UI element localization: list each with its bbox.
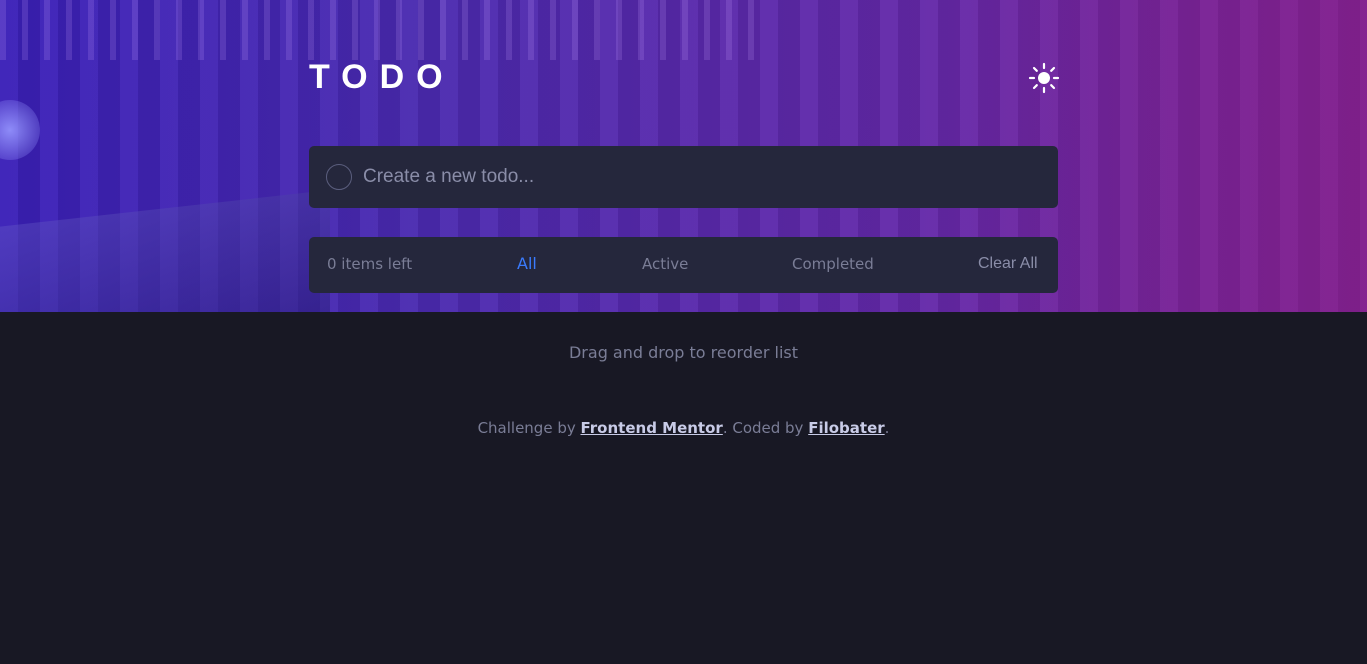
todo-footer-bar: 0 items left All Active Completed Clear …	[309, 237, 1058, 293]
attribution: Challenge by Frontend Mentor. Coded by F…	[0, 419, 1367, 437]
items-left-count: 0 items left	[327, 255, 413, 273]
app-title: TODO	[309, 58, 455, 96]
clear-all-button[interactable]: Clear All	[978, 255, 1038, 273]
attribution-middle: . Coded by	[722, 419, 809, 437]
attribution-suffix: .	[884, 419, 890, 437]
frontend-mentor-link[interactable]: Frontend Mentor	[581, 419, 723, 437]
filter-all-tab[interactable]: All	[517, 254, 537, 273]
author-link[interactable]: Filobater	[808, 419, 884, 437]
attribution-prefix: Challenge by	[477, 419, 581, 437]
new-todo-input[interactable]	[363, 160, 1023, 194]
hero-ceiling	[0, 0, 760, 60]
reorder-hint: Drag and drop to reorder list	[568, 343, 798, 362]
filter-completed-tab[interactable]: Completed	[792, 255, 874, 273]
new-todo-checkbox[interactable]	[326, 164, 352, 190]
sun-icon	[1028, 62, 1060, 94]
theme-toggle-button[interactable]	[1028, 62, 1060, 94]
filter-active-tab[interactable]: Active	[642, 255, 688, 273]
new-todo-panel	[309, 146, 1058, 208]
